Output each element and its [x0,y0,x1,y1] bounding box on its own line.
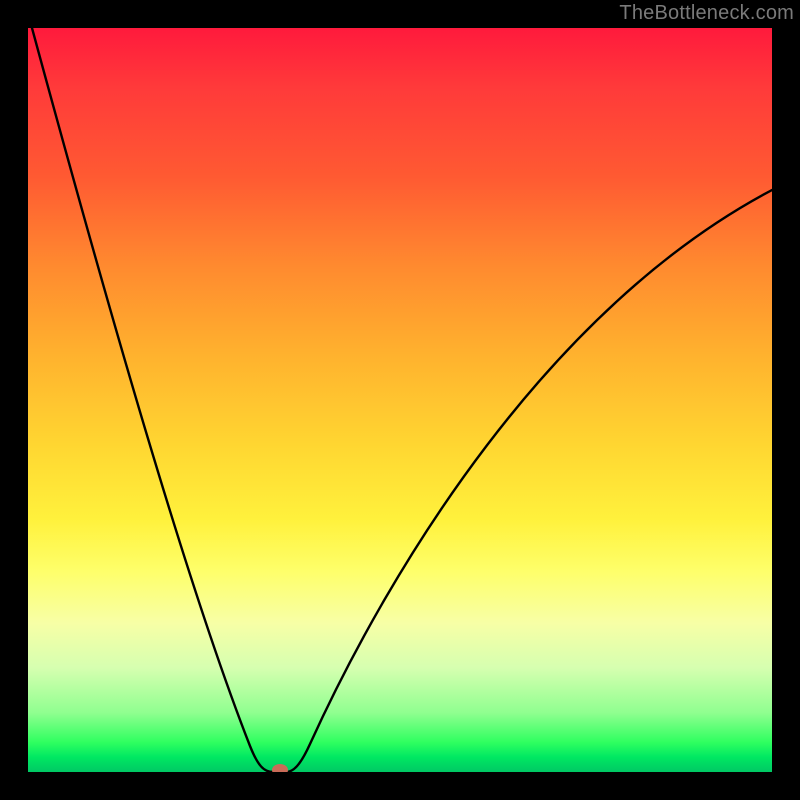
bottleneck-curve [32,28,772,772]
min-marker [272,764,288,772]
watermark-text: TheBottleneck.com [619,2,794,25]
chart-frame: TheBottleneck.com [0,0,800,800]
plot-area [28,28,772,772]
curve-svg [28,28,772,772]
